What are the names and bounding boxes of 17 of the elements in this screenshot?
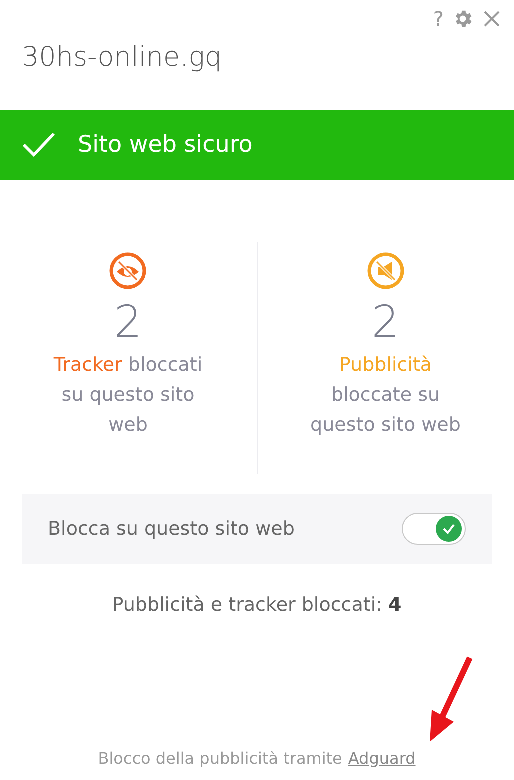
help-button[interactable]: ?: [433, 7, 444, 31]
toggle-label: Blocca su questo sito web: [48, 518, 295, 540]
total-blocked-text: Pubblicità e tracker bloccati: 4: [111, 594, 403, 616]
blocked-megaphone-icon: [366, 252, 405, 290]
adguard-link[interactable]: Adguard: [348, 749, 416, 768]
blocked-count: 2: [114, 296, 142, 350]
status-text: Sito web sicuro: [78, 132, 253, 158]
stat-description: Pubblicità bloccate su questo sito web: [310, 353, 462, 438]
site-domain: 30hs-online.gq: [21, 41, 224, 75]
check-icon: [442, 523, 456, 535]
stat-description: Tracker bloccati su questo sito web: [52, 353, 204, 438]
footer-text: Blocco della pubblicità tramite: [98, 749, 342, 768]
checkmark-icon: [22, 132, 56, 158]
blocked-eye-icon: [109, 252, 148, 290]
blocked-count: 2: [372, 296, 400, 350]
close-button[interactable]: [482, 9, 502, 29]
block-switch[interactable]: [402, 513, 466, 545]
